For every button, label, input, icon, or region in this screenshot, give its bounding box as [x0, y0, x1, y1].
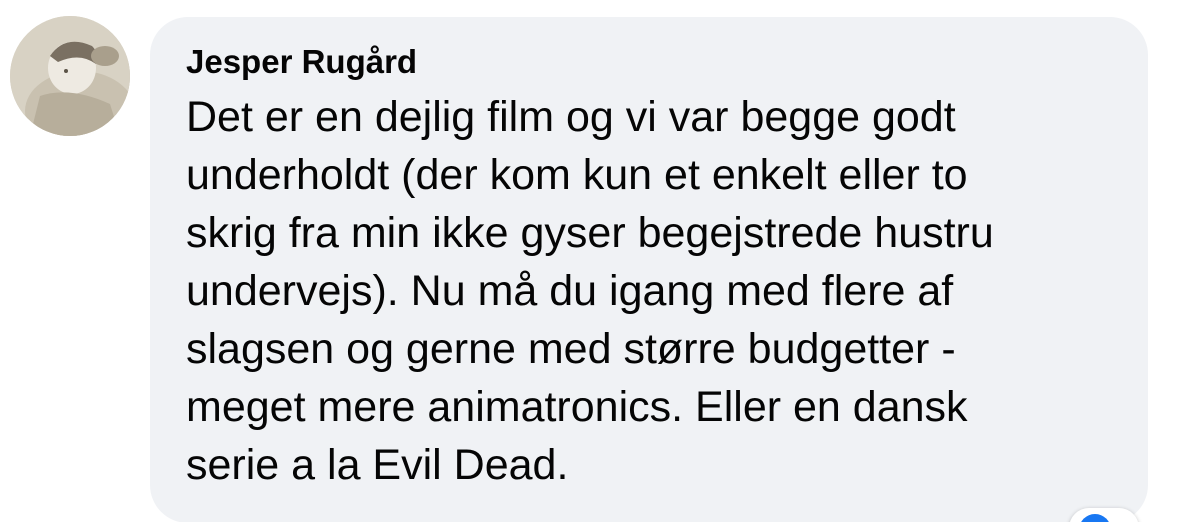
comment-row: Jesper Rugård Det er en dejlig film og v… [0, 0, 1203, 522]
comment-bubble: Jesper Rugård Det er en dejlig film og v… [150, 17, 1148, 522]
like-reaction-icon [1079, 514, 1111, 522]
comment-text-line: skrig fra min ikke gyser begejstrede hus… [186, 209, 994, 257]
comment-text-line: Det er en dejlig film og vi var begge go… [186, 93, 956, 141]
comment-text-line: meget mere animatronics. Eller en dansk [186, 383, 968, 431]
comment-text-line: serie a la Evil Dead. [186, 441, 569, 489]
comment-text-line: underholdt (der kom kun et enkelt eller … [186, 151, 968, 199]
avatar[interactable] [10, 16, 130, 136]
avatar-photo-icon [10, 16, 130, 136]
comment-author-name[interactable]: Jesper Rugård [186, 42, 1112, 82]
comment-text-line: slagsen og gerne med større budgetter - [186, 325, 956, 373]
reaction-badge[interactable] [1069, 508, 1139, 522]
comment-text: Det er en dejlig film og vi var begge go… [186, 88, 1126, 494]
comment-text-line: undervejs). Nu må du igang med flere af [186, 267, 954, 315]
